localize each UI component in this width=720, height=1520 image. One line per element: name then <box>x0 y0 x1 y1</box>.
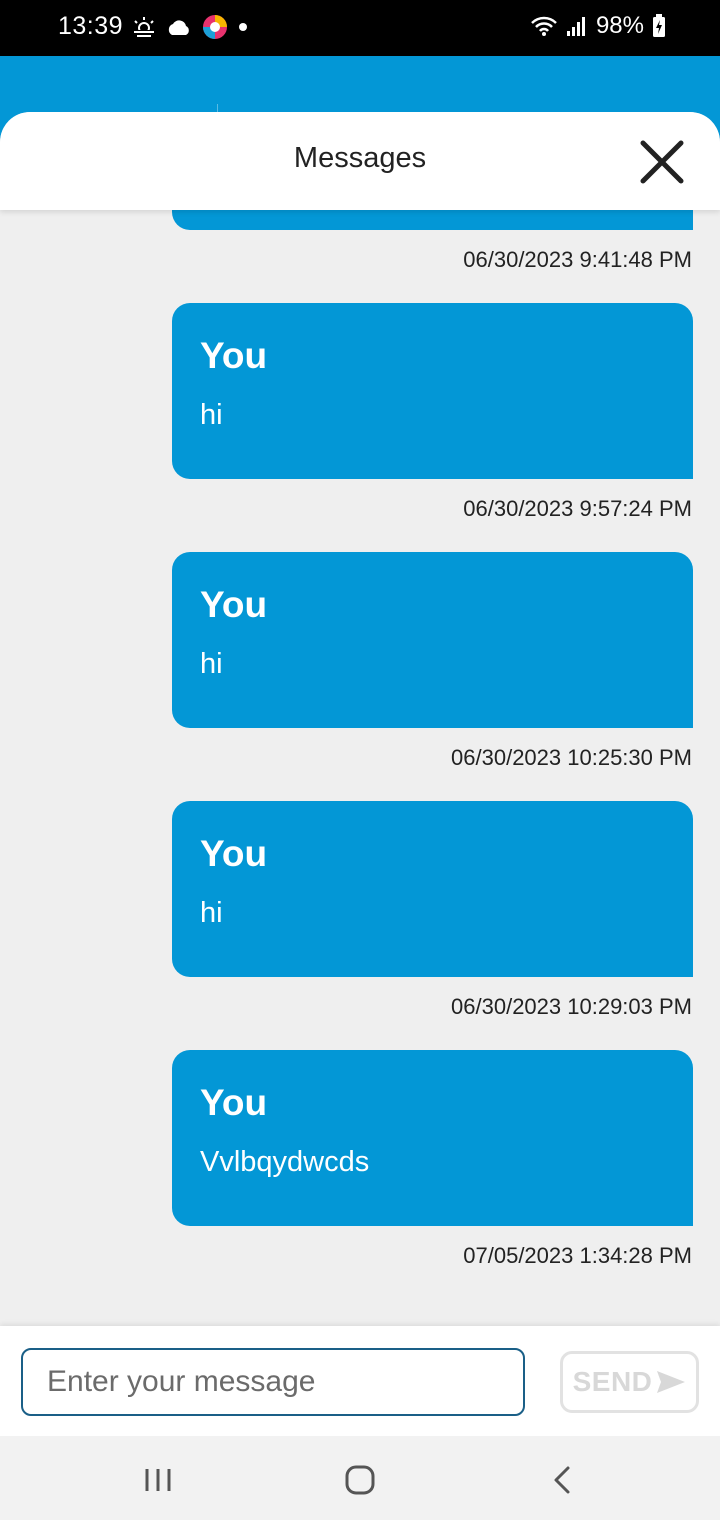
message-text: Vvlbqydwcds <box>200 1146 370 1178</box>
recent-apps-icon <box>145 1469 171 1491</box>
home-icon <box>345 1465 375 1495</box>
close-icon <box>640 140 684 184</box>
message-sender: You <box>200 1082 268 1123</box>
message-bubble: You hi <box>172 552 693 728</box>
message-timestamp: 06/30/2023 10:25:30 PM <box>451 745 692 770</box>
messages-sheet: 06/30/2023 9:41:48 PM You hi 06/30/2023 … <box>0 112 720 1520</box>
message-timestamp: 07/05/2023 1:34:28 PM <box>463 1243 692 1268</box>
wifi-icon <box>531 16 557 36</box>
message-list[interactable]: 06/30/2023 9:41:48 PM You hi 06/30/2023 … <box>0 112 720 1326</box>
sheet-header: Messages <box>0 112 720 210</box>
status-time: 13:39 <box>58 12 124 40</box>
status-bar: 13:39 98% <box>0 0 720 56</box>
message-sender: You <box>200 584 268 625</box>
notification-icons <box>132 14 248 40</box>
battery-percent: 98% <box>595 12 644 39</box>
weather-sunrise-icon <box>132 17 156 38</box>
close-button[interactable] <box>636 136 688 188</box>
cloud-icon <box>168 20 189 35</box>
recent-apps-button[interactable] <box>128 1458 188 1502</box>
app-logo-icon <box>203 15 227 39</box>
sheet-title: Messages <box>293 142 427 174</box>
home-button[interactable] <box>330 1458 390 1502</box>
send-button[interactable]: SEND <box>560 1351 699 1413</box>
back-button[interactable] <box>532 1458 592 1502</box>
message-timestamp: 06/30/2023 9:41:48 PM <box>463 247 692 272</box>
message-text: hi <box>200 897 223 929</box>
message-text: hi <box>200 399 223 431</box>
message-bubble: You hi <box>172 303 693 479</box>
message-timestamp: 06/30/2023 9:57:24 PM <box>463 496 692 521</box>
message-input[interactable] <box>21 1348 525 1416</box>
message-sender: You <box>200 335 268 376</box>
message-bubble: You hi <box>172 801 693 977</box>
system-status: 98% <box>530 12 666 40</box>
message-composer: SEND <box>0 1326 720 1436</box>
message-sender: You <box>200 833 268 874</box>
navigation-bar <box>0 1436 720 1520</box>
message-bubble: You Vvlbqydwcds <box>172 1050 693 1226</box>
battery-charging-icon <box>653 14 665 37</box>
send-arrow-icon <box>657 1371 686 1393</box>
back-icon <box>554 1466 570 1494</box>
message-timestamp: 06/30/2023 10:29:03 PM <box>451 994 692 1019</box>
message-text: hi <box>200 648 223 680</box>
dot-icon <box>239 23 247 31</box>
send-label: SEND <box>572 1366 653 1397</box>
signal-icon <box>566 17 585 36</box>
